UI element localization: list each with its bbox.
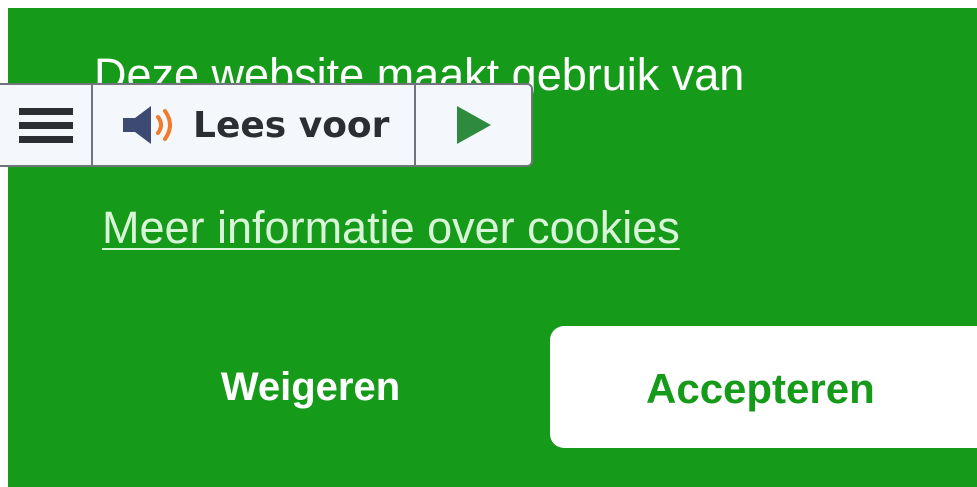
hamburger-menu-icon xyxy=(18,107,73,143)
read-aloud-toolbar: Lees voor xyxy=(0,83,533,167)
play-icon xyxy=(456,106,491,144)
more-info-cookies-link[interactable]: Meer informatie over cookies xyxy=(102,201,680,255)
cookie-banner: Deze website maakt gebruik van Meer info… xyxy=(8,8,977,487)
read-aloud-listen-button[interactable]: Lees voor xyxy=(93,85,416,165)
read-aloud-label: Lees voor xyxy=(193,104,390,146)
accept-button[interactable]: Accepteren xyxy=(550,326,977,448)
reject-button[interactable]: Weigeren xyxy=(128,328,493,446)
speaker-icon xyxy=(123,106,172,144)
read-aloud-menu-button[interactable] xyxy=(0,85,93,165)
read-aloud-play-button[interactable] xyxy=(416,85,531,165)
accept-button-label: Accepteren xyxy=(646,365,875,412)
